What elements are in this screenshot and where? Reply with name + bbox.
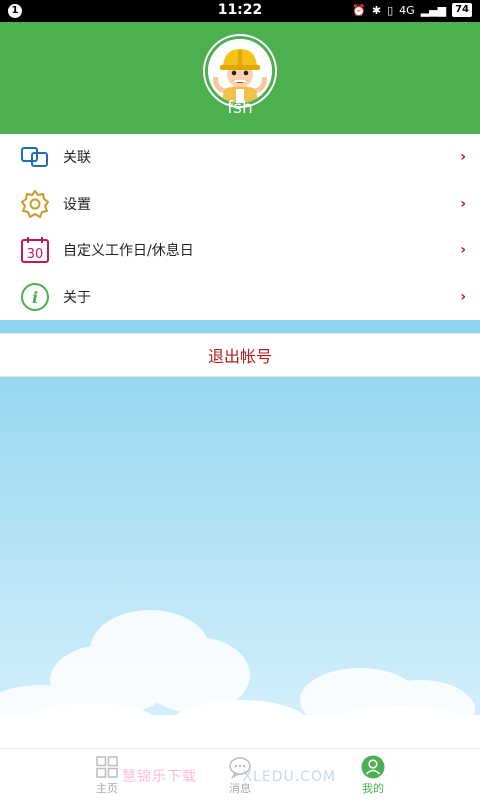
- menu-item-label: 关联: [63, 150, 91, 167]
- username: fsh: [227, 98, 253, 118]
- chevron-right-icon: ›: [460, 195, 466, 212]
- menu-item-link[interactable]: 关联 ›: [0, 134, 480, 181]
- signal-icon: ▂▄▆: [420, 3, 447, 17]
- bluetooth-icon: ✱: [371, 3, 382, 17]
- watermark-en: XLEDU.COM: [242, 769, 337, 785]
- menu-item-about[interactable]: i 关于 ›: [0, 274, 480, 321]
- sky-background: [0, 320, 480, 748]
- tab-me[interactable]: 我的: [343, 755, 403, 796]
- logout-button[interactable]: 退出帐号: [0, 333, 480, 377]
- user-icon: [361, 755, 385, 779]
- profile-header: fsh: [0, 22, 480, 134]
- settings-menu: 关联 › 设置 › 30 自定义工作日/休息日 › i 关于 ›: [0, 134, 480, 320]
- watermark: 慧锦乐下载 XLEDU.COM: [122, 766, 336, 786]
- network-label: 4G: [399, 3, 415, 17]
- info-icon: i: [19, 281, 51, 313]
- chevron-right-icon: ›: [460, 242, 466, 259]
- menu-item-settings[interactable]: 设置 ›: [0, 181, 480, 228]
- menu-item-label: 自定义工作日/休息日: [63, 243, 194, 260]
- svg-text:30: 30: [27, 247, 44, 262]
- alarm-icon: ⏰: [352, 3, 366, 17]
- worker-avatar-icon: [208, 39, 272, 103]
- clouds-illustration: [0, 610, 480, 748]
- grid-icon: [96, 756, 118, 778]
- menu-item-label: 设置: [63, 196, 91, 213]
- watermark-cn: 慧锦乐下载: [122, 769, 197, 785]
- menu-item-custom-workdays[interactable]: 30 自定义工作日/休息日 ›: [0, 227, 480, 274]
- status-bar: 1 11:22 ⏰ ✱ ▯ 4G ▂▄▆ 74: [0, 0, 480, 22]
- vibrate-icon: ▯: [387, 3, 394, 17]
- gear-icon: [19, 188, 51, 220]
- status-icons: ⏰ ✱ ▯ 4G ▂▄▆ 74: [352, 3, 472, 17]
- battery-icon: 74: [452, 3, 472, 17]
- menu-item-label: 关于: [63, 289, 91, 306]
- chevron-right-icon: ›: [460, 288, 466, 305]
- chevron-right-icon: ›: [460, 149, 466, 166]
- calendar-30-icon: 30: [19, 234, 51, 266]
- avatar[interactable]: [205, 36, 275, 106]
- svg-text:i: i: [32, 288, 38, 307]
- link-icon: [19, 141, 51, 173]
- tab-me-label: 我的: [362, 782, 384, 795]
